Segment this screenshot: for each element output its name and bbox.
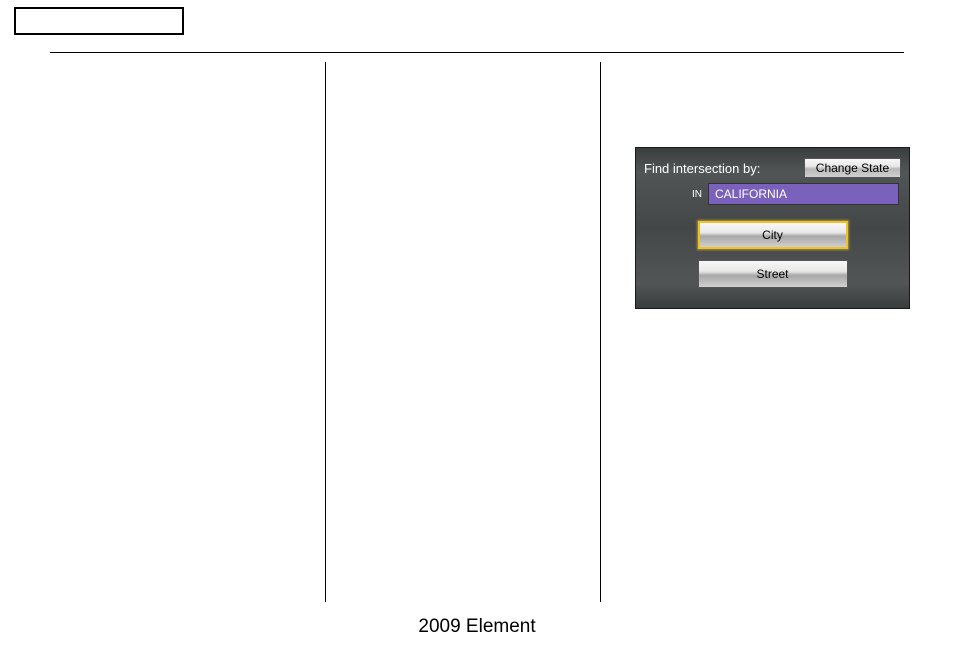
nav-header-row: Find intersection by: Change State bbox=[644, 158, 901, 178]
nav-find-intersection-screen: Find intersection by: Change State IN CA… bbox=[635, 147, 910, 309]
header-placeholder-box bbox=[14, 7, 184, 35]
change-state-label: Change State bbox=[816, 161, 889, 175]
horizontal-divider bbox=[50, 52, 904, 53]
state-value-text: CALIFORNIA bbox=[715, 187, 787, 201]
change-state-button[interactable]: Change State bbox=[804, 158, 901, 178]
state-row: IN CALIFORNIA bbox=[644, 183, 901, 205]
in-label: IN bbox=[692, 189, 702, 200]
city-button-label: City bbox=[762, 228, 783, 242]
city-button[interactable]: City bbox=[698, 221, 848, 249]
street-button-label: Street bbox=[756, 267, 788, 281]
state-field[interactable]: CALIFORNIA bbox=[708, 183, 899, 205]
page-footer: 2009 Element bbox=[0, 616, 954, 638]
column-divider bbox=[600, 62, 601, 602]
find-intersection-title: Find intersection by: bbox=[644, 161, 760, 176]
street-button[interactable]: Street bbox=[698, 260, 848, 288]
column-divider bbox=[325, 62, 326, 602]
